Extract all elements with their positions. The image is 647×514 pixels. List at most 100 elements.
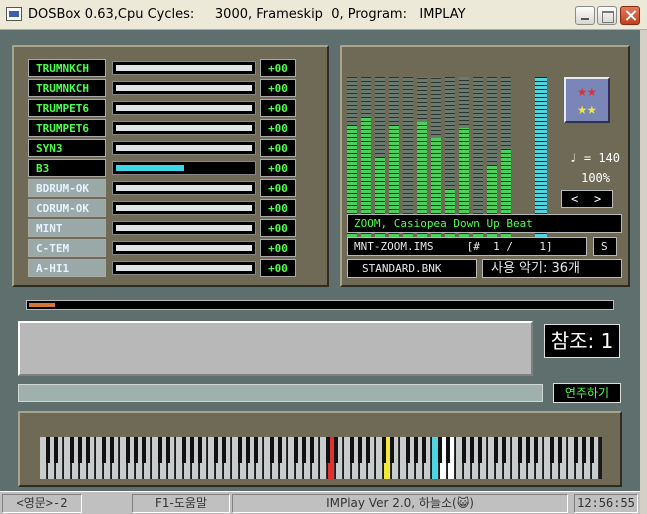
channel-row[interactable]: MINT +00 bbox=[28, 219, 296, 237]
channel-name: SYN3 bbox=[28, 139, 106, 157]
channel-volume-slider[interactable] bbox=[112, 241, 256, 255]
vu-meter-inactive bbox=[375, 77, 385, 157]
channel-volume-slider[interactable] bbox=[112, 141, 256, 155]
dosbox-icon bbox=[6, 7, 22, 21]
piano-black-key[interactable] bbox=[142, 437, 146, 463]
channel-row[interactable]: TRUMPET6 +00 bbox=[28, 99, 296, 117]
piano-black-key[interactable] bbox=[470, 437, 474, 463]
piano-black-key[interactable] bbox=[302, 437, 306, 463]
piano-black-key[interactable] bbox=[86, 437, 90, 463]
piano-black-key[interactable] bbox=[222, 437, 226, 463]
piano-black-key[interactable] bbox=[158, 437, 162, 463]
song-title: ZOOM, Casiopea Down Up Beat bbox=[347, 214, 622, 233]
status-lang: <영문>-2 bbox=[2, 494, 82, 513]
channel-volume-fill bbox=[116, 125, 252, 131]
channel-name: C-TEM bbox=[28, 239, 106, 257]
channel-row[interactable]: C-TEM +00 bbox=[28, 239, 296, 257]
piano-black-key[interactable] bbox=[134, 437, 138, 463]
channel-volume-slider[interactable] bbox=[112, 121, 256, 135]
piano-black-key[interactable] bbox=[502, 437, 506, 463]
piano-black-key[interactable] bbox=[414, 437, 418, 463]
channel-volume-slider[interactable] bbox=[112, 221, 256, 235]
piano-black-key[interactable] bbox=[326, 437, 330, 463]
channel-row[interactable]: B3 +00 bbox=[28, 159, 296, 177]
piano-black-key[interactable] bbox=[494, 437, 498, 463]
piano-black-key[interactable] bbox=[278, 437, 282, 463]
piano-black-key[interactable] bbox=[78, 437, 82, 463]
piano-black-key[interactable] bbox=[166, 437, 170, 463]
channel-volume-slider[interactable] bbox=[112, 181, 256, 195]
close-button[interactable] bbox=[620, 6, 640, 25]
piano-black-key[interactable] bbox=[382, 437, 386, 463]
piano-black-key[interactable] bbox=[526, 437, 530, 463]
channel-vu-meter bbox=[431, 77, 441, 237]
piano-black-key[interactable] bbox=[518, 437, 522, 463]
channel-row[interactable]: CDRUM-OK +00 bbox=[28, 199, 296, 217]
piano-black-key[interactable] bbox=[390, 437, 394, 463]
play-button[interactable]: 연주하기 bbox=[553, 383, 621, 403]
channel-volume-slider[interactable] bbox=[112, 261, 256, 275]
channel-vu-meter bbox=[375, 77, 385, 237]
channel-row[interactable]: SYN3 +00 bbox=[28, 139, 296, 157]
piano-black-key[interactable] bbox=[214, 437, 218, 463]
piano-black-key[interactable] bbox=[558, 437, 562, 463]
channel-row[interactable]: A-HI1 +00 bbox=[28, 259, 296, 277]
piano-black-key[interactable] bbox=[590, 437, 594, 463]
piano-black-key[interactable] bbox=[102, 437, 106, 463]
channel-row[interactable]: TRUMNKCH +00 bbox=[28, 59, 296, 77]
piano-black-key[interactable] bbox=[438, 437, 442, 463]
piano-black-key[interactable] bbox=[310, 437, 314, 463]
piano-black-key[interactable] bbox=[574, 437, 578, 463]
channel-row[interactable]: TRUMNKCH +00 bbox=[28, 79, 296, 97]
piano-keyboard[interactable] bbox=[40, 437, 602, 479]
maximize-button[interactable] bbox=[597, 6, 617, 25]
piano-black-key[interactable] bbox=[198, 437, 202, 463]
piano-black-key[interactable] bbox=[366, 437, 370, 463]
channel-volume-slider[interactable] bbox=[112, 101, 256, 115]
piano-black-key[interactable] bbox=[582, 437, 586, 463]
song-progress-bar[interactable] bbox=[26, 300, 614, 310]
piano-black-key[interactable] bbox=[110, 437, 114, 463]
channel-vu-meter bbox=[473, 77, 483, 237]
piano-black-key[interactable] bbox=[254, 437, 258, 463]
piano-black-key[interactable] bbox=[126, 437, 130, 463]
piano-black-key[interactable] bbox=[294, 437, 298, 463]
tempo-percent: 100% bbox=[581, 171, 610, 185]
piano-black-key[interactable] bbox=[270, 437, 274, 463]
piano-black-key[interactable] bbox=[534, 437, 538, 463]
channel-row[interactable]: TRUMPET6 +00 bbox=[28, 119, 296, 137]
piano-black-key[interactable] bbox=[182, 437, 186, 463]
piano-black-key[interactable] bbox=[334, 437, 338, 463]
piano-black-key[interactable] bbox=[478, 437, 482, 463]
piano-black-key[interactable] bbox=[54, 437, 58, 463]
channel-volume-slider[interactable] bbox=[112, 201, 256, 215]
piano-black-key[interactable] bbox=[462, 437, 466, 463]
piano-black-key[interactable] bbox=[70, 437, 74, 463]
minimize-button[interactable] bbox=[575, 6, 595, 25]
mode-button[interactable]: S bbox=[593, 237, 617, 256]
title-bar[interactable]: DOSBox 0.63,Cpu Cycles: 3000, Frameskip … bbox=[0, 0, 647, 30]
piano-black-key[interactable] bbox=[422, 437, 426, 463]
piano-black-key[interactable] bbox=[446, 437, 450, 463]
tempo-prev-button[interactable]: < bbox=[571, 191, 578, 207]
channel-volume-fill bbox=[116, 145, 252, 151]
channel-vu-meter bbox=[459, 77, 469, 237]
piano-black-key[interactable] bbox=[358, 437, 362, 463]
piano-black-key[interactable] bbox=[406, 437, 410, 463]
piano-black-key[interactable] bbox=[350, 437, 354, 463]
piano-black-key[interactable] bbox=[550, 437, 554, 463]
stars-logo-icon: ★★ ★★ bbox=[564, 77, 610, 123]
channel-volume-slider[interactable] bbox=[112, 61, 256, 75]
channel-volume-slider[interactable] bbox=[112, 81, 256, 95]
channel-row[interactable]: BDRUM-OK +00 bbox=[28, 179, 296, 197]
channel-volume-slider[interactable] bbox=[112, 161, 256, 175]
piano-black-key[interactable] bbox=[46, 437, 50, 463]
piano-black-key[interactable] bbox=[238, 437, 242, 463]
channel-vu-meter bbox=[361, 77, 371, 237]
piano-black-key[interactable] bbox=[246, 437, 250, 463]
piano-black-key[interactable] bbox=[190, 437, 194, 463]
tempo-next-button[interactable]: > bbox=[594, 191, 601, 207]
channel-volume-fill bbox=[116, 225, 252, 231]
bank-name: STANDARD.BNK bbox=[347, 259, 477, 278]
channel-name: TRUMPET6 bbox=[28, 99, 106, 117]
